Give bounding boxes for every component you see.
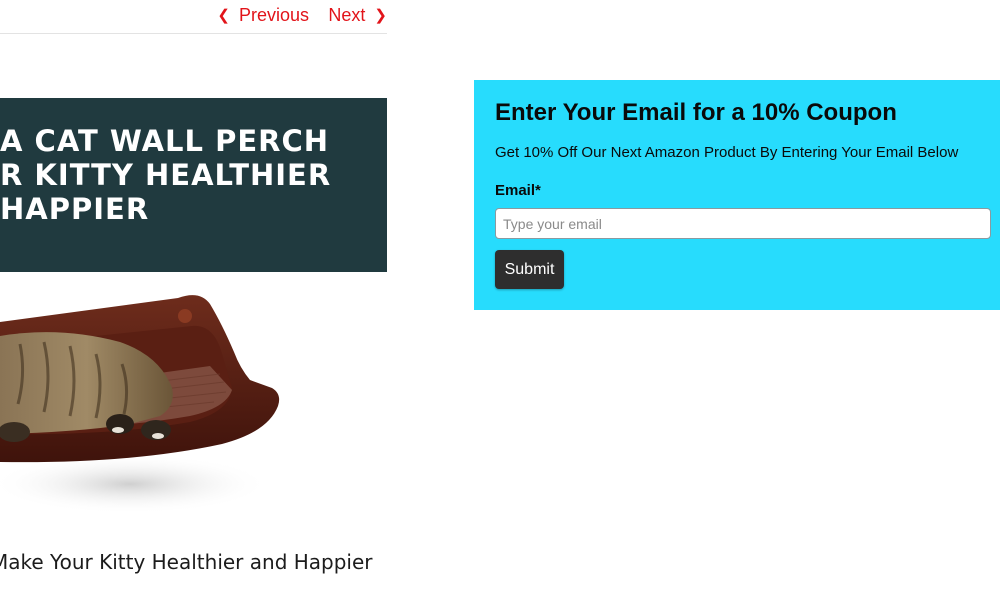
next-label: Next	[328, 5, 366, 25]
cat-wall-perch-image	[0, 295, 280, 514]
coupon-title: Enter Your Email for a 10% Coupon	[495, 99, 897, 126]
banner-line-3: HAPPIER	[0, 192, 150, 226]
submit-button[interactable]: Submit	[495, 250, 564, 289]
next-post-link[interactable]: Next ❯	[328, 5, 387, 26]
chevron-left-icon: ❮	[217, 7, 230, 24]
post-navigation: ❮ Previous Next ❯	[0, 0, 387, 34]
chevron-right-icon: ❯	[374, 7, 387, 24]
post-title: Make Your Kitty Healthier and Happier	[0, 550, 373, 574]
featured-banner: A CAT WALL PERCH R KITTY HEALTHIER HAPPI…	[0, 98, 387, 272]
email-label: Email*	[495, 182, 541, 199]
previous-label: Previous	[238, 5, 309, 25]
banner-line-2: R KITTY HEALTHIER	[0, 158, 332, 192]
banner-text: A CAT WALL PERCH R KITTY HEALTHIER HAPPI…	[0, 124, 382, 226]
email-input[interactable]	[495, 208, 991, 239]
previous-post-link[interactable]: ❮ Previous	[217, 5, 309, 26]
banner-line-1: A CAT WALL PERCH	[0, 124, 330, 158]
coupon-subtitle: Get 10% Off Our Next Amazon Product By E…	[495, 144, 959, 161]
coupon-signup-form: Enter Your Email for a 10% Coupon Get 10…	[474, 80, 1000, 310]
